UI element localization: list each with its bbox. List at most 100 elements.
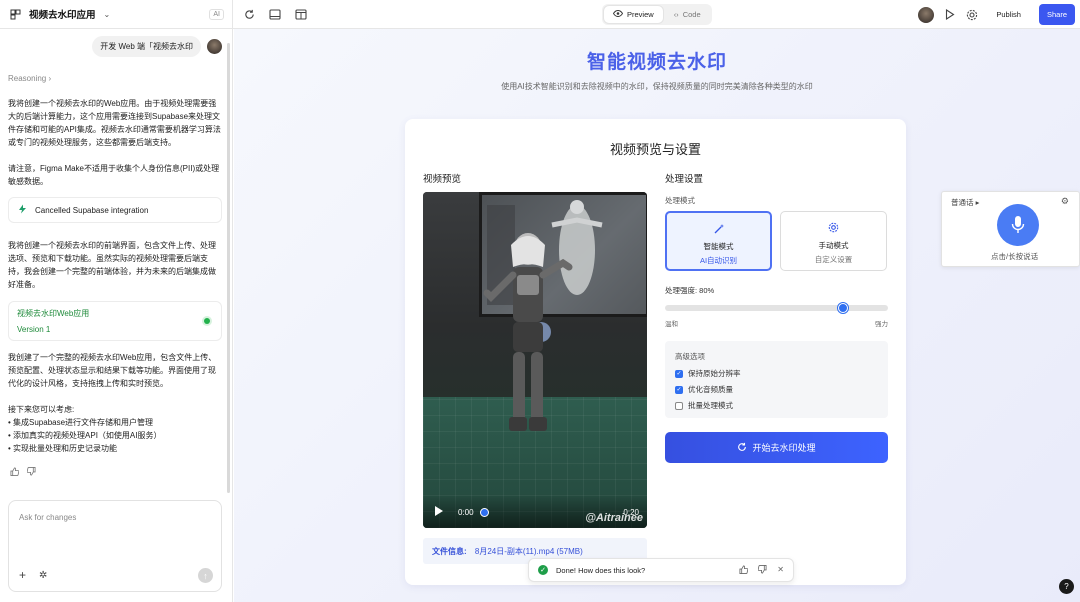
- checkbox[interactable]: [675, 401, 683, 410]
- slider-min-label: 温和: [665, 321, 678, 328]
- active-status-dot: [204, 318, 210, 324]
- tab-preview[interactable]: Preview: [604, 6, 663, 23]
- settings-panel: 视频预览与设置 视频预览 处理设置 0:00 0:20 @Aitrainee 文…: [405, 119, 906, 585]
- integration-card[interactable]: Cancelled Supabase integration: [8, 197, 222, 223]
- done-toast: ✓ Done! How does this look? ✕: [528, 558, 794, 582]
- strength-slider[interactable]: [665, 303, 888, 313]
- file-info-value: 8月24日-副本(11).mp4 (57MB): [474, 547, 583, 556]
- chat-scrollbar[interactable]: [227, 43, 230, 493]
- next-step-item: • 添加真实的视频处理API（如使用AI服务）: [8, 431, 162, 440]
- publish-button[interactable]: Publish: [988, 5, 1029, 24]
- refresh-icon: [737, 442, 747, 454]
- panel-title: 视频预览与设置: [609, 142, 701, 157]
- project-header: 视频去水印应用 ⌄ AI: [0, 0, 233, 29]
- user-message-bubble: 开发 Web 端「视频去水印: [92, 36, 201, 57]
- version-number: Version 1: [17, 325, 51, 334]
- video-seek-handle[interactable]: [480, 508, 489, 517]
- language-label: 普通话: [951, 198, 974, 207]
- thumbs-down-icon[interactable]: [26, 467, 36, 478]
- video-player[interactable]: 0:00 0:20 @Aitrainee: [423, 192, 647, 528]
- app-menu-icon[interactable]: [9, 8, 21, 20]
- tab-label: Preview: [627, 10, 654, 19]
- advanced-options: 高级选项 ✓ 保持原始分辨率 ✓ 优化音频质量 批量处理模式: [665, 341, 888, 418]
- manual-mode-card[interactable]: 手动模式 自定义设置: [780, 211, 887, 271]
- lightning-icon: [18, 204, 27, 216]
- video-frame-figure: [483, 233, 573, 431]
- gear-icon: [781, 222, 886, 235]
- version-card[interactable]: 视频去水印Web应用 Version 1: [8, 301, 222, 341]
- reasoning-toggle[interactable]: Reasoning ›: [8, 74, 51, 83]
- integration-card-label: Cancelled Supabase integration: [35, 205, 149, 215]
- next-step-item: • 实现批量处理和历史记录功能: [8, 444, 118, 453]
- next-steps-title: 接下来您可以考虑:: [8, 405, 75, 414]
- toast-message: Done! How does this look?: [556, 565, 646, 575]
- project-title[interactable]: 视频去水印应用: [29, 7, 96, 21]
- top-bar: 视频去水印应用 ⌄ AI Preview ‹› Code Publish Sha…: [0, 0, 1080, 29]
- page-title: 智能视频去水印: [586, 52, 727, 73]
- avatar: [207, 39, 222, 54]
- video-current-time: 0:00: [458, 508, 474, 517]
- voice-input-widget: 普通话 ▸ ⚙ 点击/长按说话: [941, 191, 1080, 267]
- message-feedback: [10, 467, 36, 478]
- thumbs-up-icon[interactable]: [10, 467, 20, 478]
- eye-icon: [612, 10, 624, 19]
- checkbox[interactable]: ✓: [675, 385, 683, 394]
- version-title: 视频去水印Web应用: [17, 309, 90, 318]
- ai-badge[interactable]: AI: [209, 8, 224, 20]
- add-icon[interactable]: +: [19, 568, 26, 582]
- user-avatar[interactable]: [918, 6, 935, 23]
- code-icon: ‹›: [673, 10, 679, 19]
- chevron-down-icon[interactable]: ⌄: [104, 10, 111, 19]
- refresh-icon[interactable]: [243, 8, 255, 20]
- mode-description: 自定义设置: [814, 255, 853, 264]
- play-icon[interactable]: [944, 9, 956, 21]
- slider-thumb[interactable]: [838, 303, 849, 313]
- preview-canvas: 智能视频去水印 使用AI技术智能识别和去除视频中的水印，保持视频质量的同时完美清…: [234, 29, 1080, 602]
- strength-label: 处理强度: 80%: [665, 286, 715, 295]
- question-icon: ?: [1064, 582, 1069, 591]
- smart-mode-card[interactable]: 智能模式 AI自动识别: [665, 211, 772, 271]
- file-info-label: 文件信息:: [432, 547, 467, 556]
- next-step-item: • 集成Supabase进行文件存储和用户管理: [8, 418, 154, 427]
- user-message: 开发 Web 端「视频去水印: [92, 36, 222, 57]
- tab-code[interactable]: ‹› Code: [665, 6, 710, 23]
- option-label: 优化音频质量: [688, 385, 733, 394]
- chat-input[interactable]: Ask for changes + ✲ ↑: [8, 500, 222, 592]
- microphone-icon: [1011, 216, 1025, 233]
- mode-description: AI自动识别: [699, 256, 738, 265]
- assistant-paragraph: 我创建了一个完整的视频去水印Web应用，包含文件上传、预览配置、处理状态显示和结…: [8, 353, 217, 388]
- option-label: 保持原始分辨率: [688, 369, 741, 378]
- assistant-paragraph: 请注意，Figma Make不适用于收集个人身份信息(PII)或处理敏感数据。: [8, 164, 220, 186]
- share-button[interactable]: Share: [1038, 4, 1075, 25]
- start-processing-button[interactable]: 开始去水印处理: [665, 432, 888, 463]
- magic-wand-icon: [667, 223, 770, 236]
- mode-name: 智能模式: [703, 242, 734, 251]
- advanced-options-title: 高级选项: [675, 352, 705, 361]
- sparkle-icon[interactable]: ✲: [39, 570, 47, 581]
- check-circle-icon: ✓: [538, 565, 548, 575]
- mode-label: 处理模式: [665, 196, 695, 205]
- option-optimize-audio[interactable]: ✓ 优化音频质量: [675, 384, 878, 395]
- thumbs-up-icon[interactable]: [739, 564, 749, 576]
- preview-section-title: 视频预览: [423, 174, 462, 185]
- device-frame-icon[interactable]: [269, 8, 281, 20]
- option-label: 批量处理模式: [688, 401, 733, 410]
- assistant-paragraph: 我将创建一个视频去水印的前端界面，包含文件上传、处理选项、预览和下载功能。虽然实…: [8, 241, 216, 289]
- language-selector[interactable]: 普通话 ▸: [951, 197, 979, 208]
- video-watermark: @Aitrainee: [585, 512, 643, 524]
- send-button[interactable]: ↑: [198, 568, 213, 583]
- option-keep-resolution[interactable]: ✓ 保持原始分辨率: [675, 368, 878, 379]
- settings-section-title: 处理设置: [665, 174, 704, 185]
- tab-label: Code: [682, 10, 701, 19]
- gear-icon[interactable]: [966, 9, 978, 21]
- checkbox[interactable]: ✓: [675, 369, 683, 378]
- microphone-button[interactable]: [997, 204, 1039, 246]
- help-button[interactable]: ?: [1059, 579, 1074, 594]
- chat-sidebar: 开发 Web 端「视频去水印 Reasoning › 我将创建一个视频去水印的W…: [0, 29, 233, 602]
- option-batch-mode[interactable]: 批量处理模式: [675, 400, 878, 411]
- play-icon[interactable]: [435, 506, 443, 516]
- thumbs-down-icon[interactable]: [758, 564, 767, 576]
- gear-icon[interactable]: ⚙: [1061, 196, 1069, 207]
- open-window-icon[interactable]: [295, 8, 307, 20]
- close-icon[interactable]: ✕: [777, 565, 784, 576]
